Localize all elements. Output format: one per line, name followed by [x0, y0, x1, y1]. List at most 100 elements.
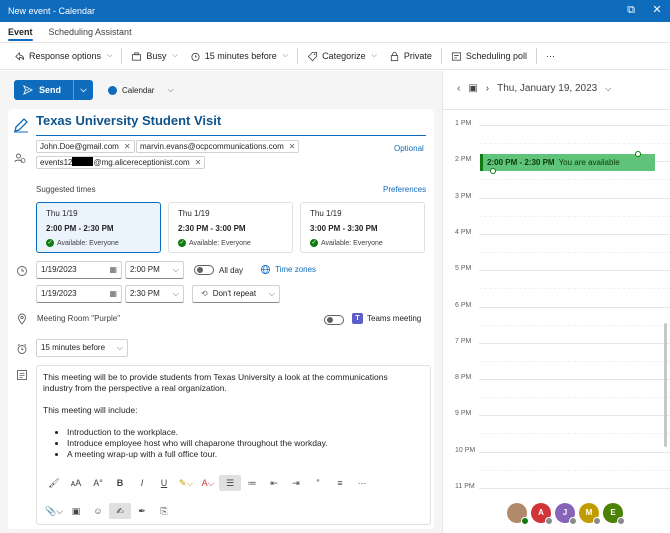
attach-icon[interactable]: 📎⌵	[43, 503, 65, 519]
send-options-chevron-icon[interactable]: ⌵	[74, 85, 93, 95]
half-hour-line	[479, 433, 670, 434]
today-calendar-icon[interactable]: ▣	[468, 83, 477, 94]
highlight-icon[interactable]: ✎⌵	[175, 475, 197, 491]
start-date-field[interactable]: 1/19/2023 ▦	[36, 261, 122, 279]
response-options-button[interactable]: Response options ⌵	[8, 45, 118, 67]
ribbon-divider	[440, 48, 442, 64]
avatar[interactable]	[507, 503, 529, 525]
time-zones-button[interactable]: Time zones	[260, 264, 316, 275]
start-time-field[interactable]: 2:00 PM ⌵	[125, 261, 184, 279]
unknown-status-icon	[617, 517, 625, 525]
event-title-input[interactable]: Texas University Student Visit	[36, 113, 221, 128]
response-icon	[15, 51, 25, 61]
send-button[interactable]: Send ⌵	[14, 80, 93, 100]
scheduling-poll-button[interactable]: Scheduling poll	[445, 45, 533, 67]
event-editor-pane: Send ⌵ Calendar ⌵ Texas University Stude…	[0, 71, 442, 533]
avatar[interactable]: M	[579, 503, 601, 525]
pop-out-icon[interactable]: ⧉	[624, 3, 638, 17]
bullets-icon[interactable]: ☰	[219, 475, 241, 491]
font-size-icon[interactable]: ᴀA	[65, 475, 87, 491]
pen-title-icon	[14, 118, 28, 133]
quote-icon[interactable]: ”	[307, 475, 329, 491]
hour-row: 10 PM	[443, 447, 670, 454]
day-view-header: ‹ ▣ › Thu, January 19, 2023 ⌵	[457, 83, 611, 94]
tab-event[interactable]: Event	[8, 22, 33, 42]
superscript-icon[interactable]: A°	[87, 475, 109, 491]
more-options-button[interactable]: ···	[540, 45, 561, 67]
tab-scheduling-assistant[interactable]: Scheduling Assistant	[49, 22, 132, 42]
calendar-selector[interactable]: Calendar ⌵	[108, 85, 174, 95]
suggested-time-card[interactable]: Thu 1/19 2:30 PM - 3:00 PM ✓ Available: E…	[168, 202, 293, 253]
half-hour-line	[479, 361, 670, 362]
send-main[interactable]: Send	[14, 80, 74, 100]
hour-label: 5 PM	[455, 265, 472, 272]
avatar[interactable]: E	[603, 503, 625, 525]
half-hour-line	[479, 325, 670, 326]
avatar[interactable]: A	[531, 503, 553, 525]
underline-icon[interactable]: U	[153, 475, 175, 491]
avatar[interactable]: J	[555, 503, 577, 525]
format-painter-icon[interactable]: 🖌	[43, 475, 65, 491]
attendee-chip[interactable]: marvin.evans@ocpcommunications.com ✕	[136, 140, 300, 153]
end-date-field[interactable]: 1/19/2023 ▦	[36, 285, 122, 303]
preferences-link[interactable]: Preferences	[383, 185, 426, 194]
remove-attendee-icon[interactable]: ✕	[195, 158, 202, 167]
event-resize-handle[interactable]	[490, 168, 496, 174]
teams-meeting-label: Teams meeting	[367, 314, 422, 323]
remove-attendee-icon[interactable]: ✕	[124, 142, 131, 151]
numbering-icon[interactable]: ≔	[241, 475, 263, 491]
response-options-label: Response options	[29, 51, 102, 61]
card-date: Thu 1/19	[46, 209, 78, 218]
reminder-button[interactable]: 15 minutes before ⌵	[184, 45, 294, 67]
more-formatting-icon[interactable]: ···	[351, 475, 373, 491]
proposed-event-block[interactable]: 2:00 PM - 2:30 PM You are available	[480, 154, 655, 171]
italic-icon[interactable]: I	[131, 475, 153, 491]
avatar-initial: J	[562, 508, 568, 517]
half-hour-line	[479, 288, 670, 289]
location-input[interactable]: Meeting Room "Purple"	[37, 314, 120, 323]
attendee-chip[interactable]: John.Doe@gmail.com ✕	[36, 140, 135, 153]
optional-attendees-link[interactable]: Optional	[394, 144, 424, 153]
calendar-label: Calendar	[122, 85, 155, 95]
suggested-time-card[interactable]: Thu 1/19 3:00 PM - 3:30 PM ✓ Available: E…	[300, 202, 425, 253]
alarm-clock-icon	[17, 343, 27, 354]
suggested-time-card[interactable]: Thu 1/19 2:00 PM - 2:30 PM ✓ Available: E…	[36, 202, 161, 253]
all-day-toggle[interactable]	[194, 265, 214, 275]
availability-text: Available: Everyone	[57, 239, 119, 247]
close-icon[interactable]: ✕	[650, 3, 664, 17]
remove-attendee-icon[interactable]: ✕	[289, 142, 296, 151]
hour-row: 1 PM	[443, 120, 670, 127]
teams-meeting-toggle[interactable]	[324, 315, 344, 325]
event-resize-handle[interactable]	[635, 151, 641, 157]
decrease-indent-icon[interactable]: ⇤	[263, 475, 285, 491]
signature-icon[interactable]: ✒	[131, 503, 153, 519]
repeat-dropdown[interactable]: ⟲ Don't repeat ⌵	[192, 285, 280, 303]
private-button[interactable]: Private	[383, 45, 438, 67]
categorize-button[interactable]: Categorize ⌵	[301, 45, 383, 67]
reminder-dropdown[interactable]: 15 minutes before ⌵	[36, 339, 128, 357]
show-as-button[interactable]: Busy ⌵	[125, 45, 183, 67]
hour-line	[479, 488, 670, 489]
editor-icon[interactable]: ✍	[109, 503, 131, 519]
body-text[interactable]: This meeting will be to provide students…	[43, 372, 413, 460]
emoji-icon[interactable]: ☺	[87, 503, 109, 519]
bold-icon[interactable]: B	[109, 475, 131, 491]
font-color-icon[interactable]: A⌵	[197, 475, 219, 491]
body-editor[interactable]: This meeting will be to provide students…	[36, 365, 431, 525]
scrollbar[interactable]	[664, 323, 667, 447]
card-time: 2:00 PM - 2:30 PM	[46, 224, 114, 233]
previous-day-icon[interactable]: ‹	[457, 83, 460, 94]
increase-indent-icon[interactable]: ⇥	[285, 475, 307, 491]
next-day-icon[interactable]: ›	[486, 83, 489, 94]
hour-row: 3 PM	[443, 193, 670, 200]
align-icon[interactable]: ≡	[329, 475, 351, 491]
half-hour-line	[479, 470, 670, 471]
day-view-pane: ‹ ▣ › Thu, January 19, 2023 ⌵ 1 PM 2 PM 3 …	[442, 71, 670, 533]
attendee-chip[interactable]: events12 @mg.alicereceptionist.com ✕	[36, 156, 206, 169]
loop-icon[interactable]: ⎘	[153, 503, 175, 519]
image-icon[interactable]: ▣	[65, 503, 87, 519]
body-bullet: Introduce employee host who will chaparo…	[67, 438, 413, 449]
globe-icon	[260, 264, 271, 275]
end-time-field[interactable]: 2:30 PM ⌵	[125, 285, 184, 303]
chevron-down-icon[interactable]: ⌵	[605, 84, 611, 94]
